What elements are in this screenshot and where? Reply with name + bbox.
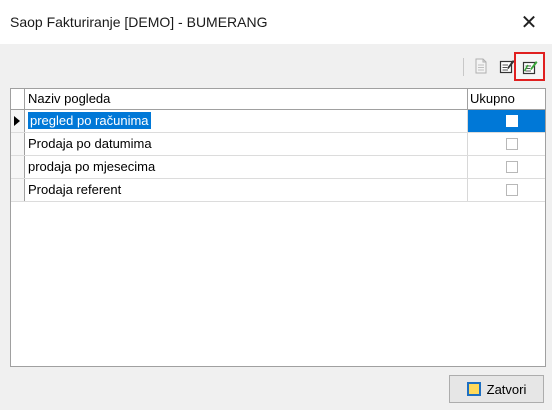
ukupno-checkbox[interactable] xyxy=(506,161,518,173)
column-header-naziv[interactable]: Naziv pogleda xyxy=(25,89,468,109)
ukupno-checkbox[interactable] xyxy=(506,138,518,150)
title-bar[interactable]: Saop Fakturiranje [DEMO] - BUMERANG ✕ xyxy=(0,0,552,44)
row-ukupno-cell[interactable] xyxy=(468,110,545,132)
row-indicator xyxy=(11,156,25,178)
table-row[interactable]: prodaja po mjesecima xyxy=(11,156,545,179)
row-indicator xyxy=(11,133,25,155)
edit-icon xyxy=(499,60,515,74)
dialog-window: Saop Fakturiranje [DEMO] - BUMERANG ✕ Na… xyxy=(0,0,552,410)
document-button[interactable] xyxy=(468,54,494,78)
close-window-icon xyxy=(466,382,481,396)
edit-settings-button[interactable] xyxy=(514,52,545,81)
row-name[interactable]: prodaja po mjesecima xyxy=(25,156,468,178)
window-close-button[interactable]: ✕ xyxy=(506,0,552,44)
window-title: Saop Fakturiranje [DEMO] - BUMERANG xyxy=(10,14,268,30)
toolbar xyxy=(0,44,552,88)
current-row-arrow-icon xyxy=(14,116,20,126)
table-row[interactable]: Prodaja po datumima xyxy=(11,133,545,156)
row-name[interactable]: Prodaja referent xyxy=(25,179,468,201)
row-name[interactable]: Prodaja po datumima xyxy=(25,133,468,155)
table-row[interactable]: Prodaja referent xyxy=(11,179,545,202)
document-icon xyxy=(475,58,487,74)
row-indicator xyxy=(11,179,25,201)
row-ukupno-cell[interactable] xyxy=(468,133,545,155)
row-name-cell[interactable]: pregled po računima xyxy=(25,110,468,132)
row-ukupno-cell[interactable] xyxy=(468,156,545,178)
header-indicator-cell xyxy=(11,89,25,109)
ukupno-checkbox[interactable] xyxy=(506,184,518,196)
grid-header: Naziv pogleda Ukupno xyxy=(11,89,545,110)
close-icon: ✕ xyxy=(520,11,538,34)
row-ukupno-cell[interactable] xyxy=(468,179,545,201)
views-grid[interactable]: Naziv pogleda Ukupno pregled po računima… xyxy=(10,88,546,367)
ukupno-checkbox[interactable] xyxy=(506,115,518,127)
footer-bar: Zatvori xyxy=(0,367,552,410)
row-name: pregled po računima xyxy=(27,111,152,130)
close-button-label: Zatvori xyxy=(486,381,527,397)
row-indicator xyxy=(11,110,25,132)
table-row[interactable]: pregled po računima xyxy=(11,110,545,133)
close-button[interactable]: Zatvori xyxy=(449,375,544,403)
column-header-ukupno[interactable]: Ukupno xyxy=(468,89,545,109)
toolbar-separator xyxy=(463,58,464,76)
edit-settings-icon xyxy=(522,60,537,74)
